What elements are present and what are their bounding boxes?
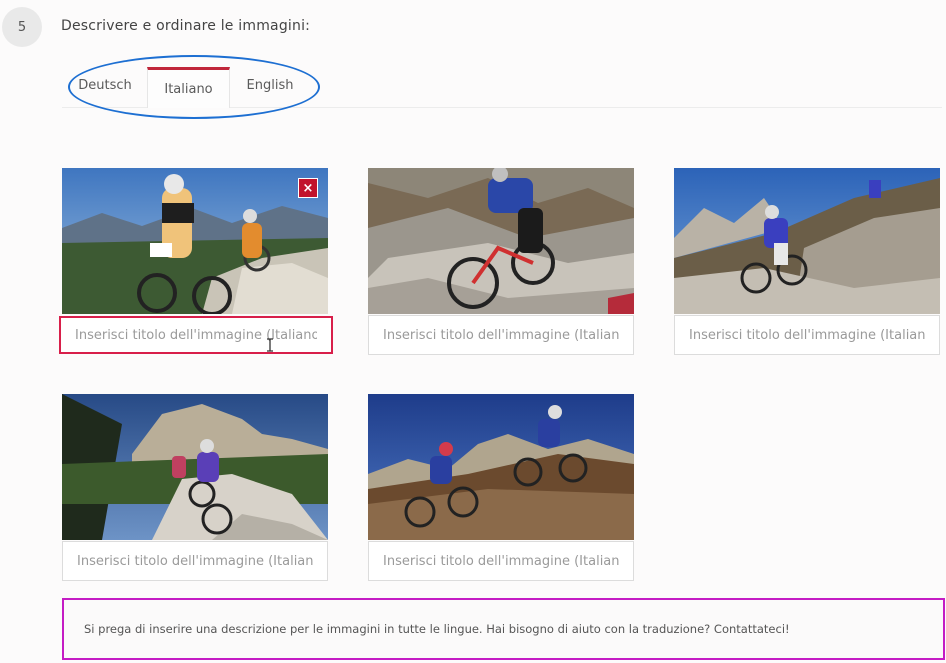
bike-photo-4[interactable]: [62, 394, 328, 540]
bike-photo-5[interactable]: [368, 394, 634, 540]
image-title-input-1[interactable]: [59, 316, 333, 354]
bike-photo-1[interactable]: [62, 168, 328, 314]
step-number-badge: 5: [2, 7, 42, 47]
tabs-highlight-ellipse: [68, 55, 320, 119]
image-title-input-2[interactable]: [368, 315, 634, 355]
delete-image-button[interactable]: ×: [298, 178, 318, 198]
image-card[interactable]: [368, 168, 634, 314]
image-title-input-3[interactable]: [674, 315, 940, 355]
translation-notice: Si prega di inserire una descrizione per…: [62, 598, 945, 660]
image-card[interactable]: [674, 168, 940, 314]
translation-notice-text: Si prega di inserire una descrizione per…: [84, 622, 790, 636]
image-card[interactable]: ×: [62, 168, 328, 314]
text-cursor-icon: [267, 338, 273, 352]
bike-photo-2[interactable]: [368, 168, 634, 314]
image-card[interactable]: [368, 394, 634, 540]
image-card[interactable]: [62, 394, 328, 540]
image-title-input-4[interactable]: [62, 541, 328, 581]
step-title: Descrivere e ordinare le immagini:: [61, 18, 311, 34]
image-title-input-5[interactable]: [368, 541, 634, 581]
bike-photo-3[interactable]: [674, 168, 940, 314]
